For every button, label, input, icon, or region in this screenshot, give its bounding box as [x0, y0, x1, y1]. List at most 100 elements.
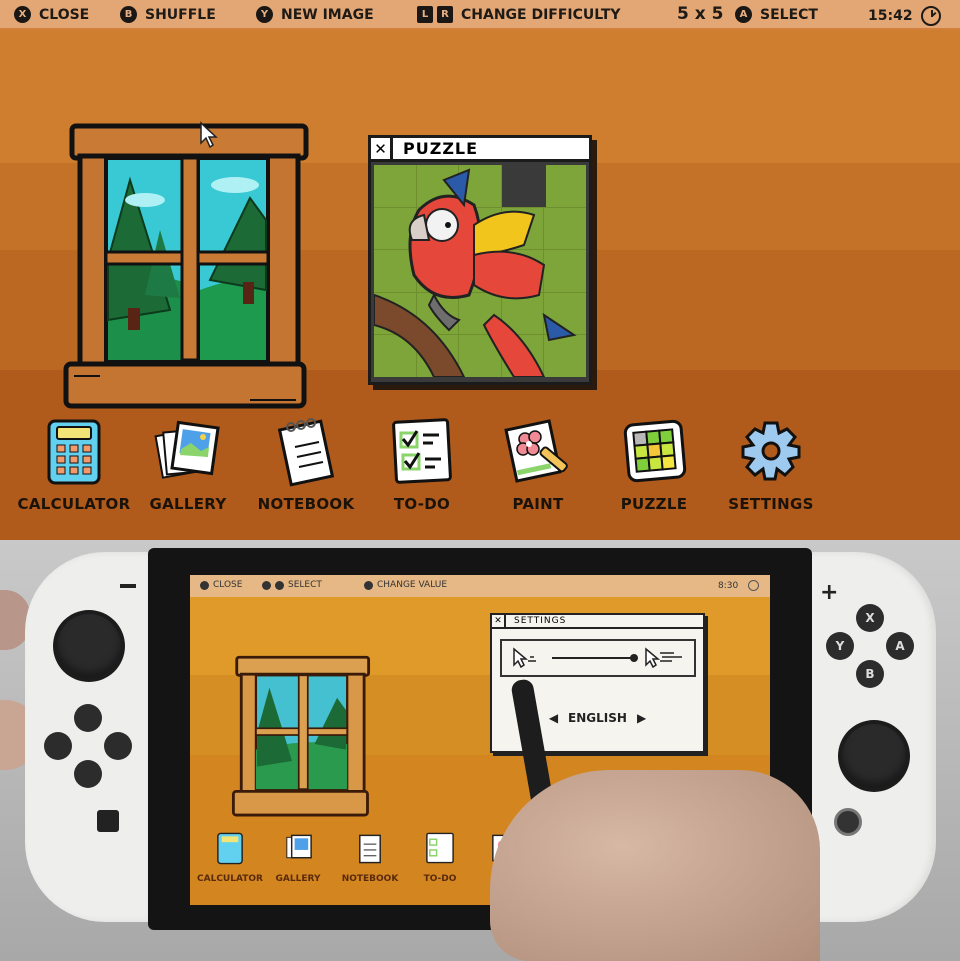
left-stick[interactable] — [57, 614, 121, 678]
clock-icon — [748, 580, 760, 591]
hint-shuffle[interactable]: B SHUFFLE — [120, 6, 216, 23]
app-notebook[interactable]: NOTEBOOK — [246, 415, 366, 513]
b-button-icon: B — [120, 6, 137, 23]
app-dock: CALCULATOR GALLERY NOTEBOOK TO-DO PAINT … — [0, 410, 960, 530]
device-hint-change-value[interactable]: CHANGE VALUE — [364, 580, 447, 590]
app-paint-label: PAINT — [512, 495, 564, 513]
puzzle-tile[interactable] — [501, 250, 544, 292]
device-app-notebook[interactable]: NOTEBOOK — [330, 830, 410, 884]
puzzle-tile[interactable] — [544, 335, 586, 377]
slider-knob[interactable] — [630, 654, 638, 662]
capture-button[interactable] — [97, 810, 119, 832]
difficulty-value: 5 x 5 — [677, 4, 724, 24]
puzzle-tile[interactable] — [416, 292, 459, 335]
puzzle-tile[interactable] — [544, 165, 586, 207]
clock-time: 15:42 — [868, 8, 913, 24]
cursor-speed-setting — [500, 639, 696, 677]
calculator-icon — [47, 419, 101, 485]
puzzle-tile[interactable] — [501, 335, 544, 377]
device-hint-close[interactable]: CLOSE — [200, 580, 242, 590]
puzzle-tile[interactable] — [416, 165, 459, 207]
right-stick[interactable] — [842, 724, 906, 788]
app-calculator-label: CALCULATOR — [17, 495, 131, 513]
puzzle-tile[interactable] — [459, 335, 501, 377]
home-button[interactable] — [834, 808, 862, 836]
puzzle-close-button[interactable]: ✕ — [371, 136, 393, 161]
settings-window-titlebar: ✕ SETTINGS — [492, 614, 703, 629]
dpad-down-button[interactable] — [74, 760, 102, 788]
dpad-right-button[interactable] — [104, 732, 132, 760]
l-button-icon: L — [417, 6, 433, 23]
device-app-gallery[interactable]: GALLERY — [258, 830, 338, 884]
plus-button[interactable]: + — [820, 580, 838, 605]
app-paint[interactable]: PAINT — [478, 415, 598, 513]
puzzle-tile[interactable] — [459, 292, 501, 335]
app-settings[interactable]: SETTINGS — [711, 415, 831, 513]
window-illustration — [231, 655, 371, 817]
b-button[interactable]: B — [856, 660, 884, 688]
app-notebook-label: NOTEBOOK — [257, 495, 355, 513]
puzzle-tile[interactable] — [544, 207, 586, 250]
puzzle-tile[interactable] — [501, 207, 544, 250]
down-button-icon — [262, 580, 271, 590]
up-button-icon — [275, 580, 284, 590]
right-joycon: + X Y A B — [806, 552, 936, 922]
a-button-icon: A — [735, 6, 752, 23]
puzzle-tile[interactable] — [501, 292, 544, 335]
puzzle-tile[interactable] — [416, 207, 459, 250]
hint-change-difficulty-label: CHANGE DIFFICULTY — [461, 6, 621, 23]
dpad-up-button[interactable] — [74, 704, 102, 732]
cursor-speed-slider[interactable] — [552, 654, 638, 662]
puzzle-tile[interactable] — [459, 165, 501, 207]
minus-button[interactable] — [120, 584, 136, 588]
app-puzzle[interactable]: PUZZLE — [594, 415, 714, 513]
y-button[interactable]: Y — [826, 632, 854, 660]
hint-close-label: CLOSE — [39, 6, 90, 23]
device-clock-time: 8:30 — [718, 580, 739, 591]
left-joycon — [25, 552, 155, 922]
slow-cursor-icon — [513, 647, 536, 669]
puzzle-grid — [374, 165, 586, 377]
puzzle-tile[interactable] — [374, 165, 416, 207]
device-controls-bar: CLOSE SELECT CHANGE VALUE 8:30 — [190, 575, 770, 597]
r-button-icon: R — [437, 6, 453, 23]
dpad-left-button[interactable] — [44, 732, 72, 760]
app-settings-label: SETTINGS — [728, 495, 814, 513]
hint-shuffle-label: SHUFFLE — [145, 6, 216, 23]
puzzle-tile[interactable] — [374, 207, 416, 250]
controls-bar: X CLOSE B SHUFFLE Y NEW IMAGE L R CHANGE… — [0, 0, 960, 30]
puzzle-tile[interactable] — [374, 335, 416, 377]
device-hint-select[interactable]: SELECT — [262, 580, 322, 590]
puzzle-tile[interactable] — [374, 292, 416, 335]
a-button[interactable]: A — [886, 632, 914, 660]
puzzle-window-title: PUZZLE — [403, 139, 479, 158]
stick-button-icon — [364, 580, 373, 590]
puzzle-empty-slot[interactable] — [501, 165, 544, 207]
settings-window-title: SETTINGS — [514, 616, 567, 626]
puzzle-tile[interactable] — [416, 335, 459, 377]
puzzle-tile[interactable] — [374, 250, 416, 292]
hint-change-difficulty[interactable]: L R CHANGE DIFFICULTY — [417, 6, 621, 23]
app-gallery[interactable]: GALLERY — [128, 415, 248, 513]
settings-close-button[interactable]: ✕ — [492, 614, 506, 628]
puzzle-tile[interactable] — [459, 207, 501, 250]
x-button-icon: X — [14, 6, 31, 23]
x-button[interactable]: X — [856, 604, 884, 632]
puzzle-tile[interactable] — [544, 250, 586, 292]
hint-select[interactable]: A SELECT — [735, 6, 818, 23]
todo-icon — [392, 418, 452, 484]
gear-icon — [741, 421, 801, 481]
gallery-icon — [154, 420, 220, 479]
notebook-icon — [359, 834, 381, 864]
puzzle-tile[interactable] — [544, 292, 586, 335]
language-prev-arrow-icon[interactable]: ◀ — [549, 711, 558, 725]
hint-new-image-label: NEW IMAGE — [281, 6, 374, 23]
app-calculator[interactable]: CALCULATOR — [14, 415, 134, 513]
hint-new-image[interactable]: Y NEW IMAGE — [256, 6, 374, 23]
puzzle-tile[interactable] — [416, 250, 459, 292]
language-next-arrow-icon[interactable]: ▶ — [637, 711, 646, 725]
y-button-icon: Y — [256, 6, 273, 23]
hint-close[interactable]: X CLOSE — [14, 6, 89, 23]
app-todo[interactable]: TO-DO — [362, 415, 482, 513]
puzzle-tile[interactable] — [459, 250, 501, 292]
